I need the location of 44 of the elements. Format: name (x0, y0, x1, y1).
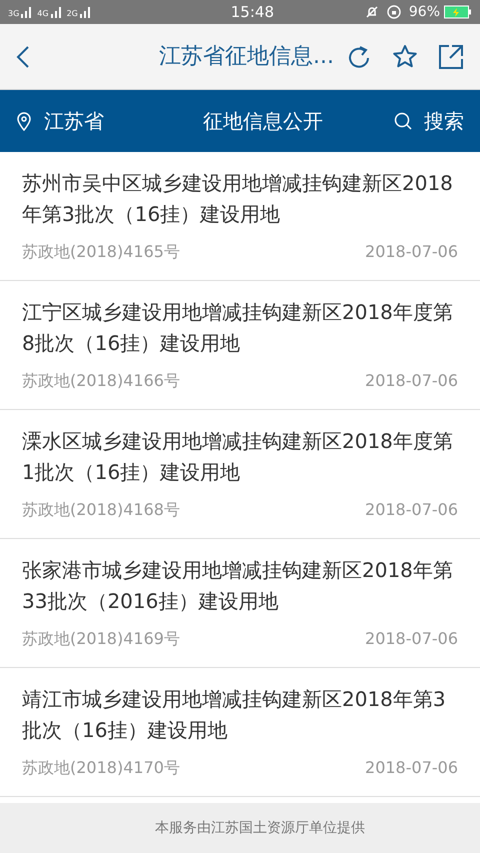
refresh-icon[interactable] (346, 44, 372, 70)
back-icon[interactable] (16, 44, 30, 68)
search-label: 搜索 (424, 108, 464, 135)
item-date: 2018-07-06 (365, 241, 458, 263)
region-label: 江苏省 (44, 108, 104, 135)
search-icon (394, 112, 412, 130)
signal-icon (50, 6, 63, 18)
star-icon[interactable] (392, 44, 418, 70)
battery-icon (444, 5, 472, 19)
list-item[interactable]: 苏州市吴中区城乡建设用地增减挂钩建新区2018年第3批次（16挂）建设用地 苏政地(2018)4165号 2018-07-06 (0, 152, 480, 281)
network-label: 2G (66, 10, 78, 18)
signal-icon (80, 6, 92, 18)
share-icon[interactable] (438, 44, 464, 70)
document-number: 苏政地(2018)4166号 (22, 370, 180, 392)
rotation-lock-icon (386, 5, 401, 19)
nav-title: 征地信息公开 (202, 108, 324, 135)
item-date: 2018-07-06 (365, 757, 458, 779)
item-date: 2018-07-06 (365, 628, 458, 650)
network-label: 3G (8, 10, 20, 18)
item-date: 2018-07-06 (365, 499, 458, 521)
location-pin-icon (16, 111, 32, 131)
mute-icon (364, 5, 379, 19)
document-number: 苏政地(2018)4168号 (22, 499, 180, 521)
battery-level: 96% (408, 2, 440, 22)
item-title: 靖江市城乡建设用地增减挂钩建新区2018年第3批次（16挂）建设用地 (22, 686, 447, 744)
clock: 15:48 (230, 2, 275, 23)
search-button[interactable]: 搜索 (394, 106, 464, 136)
list-item[interactable]: 张家港市城乡建设用地增减挂钩建新区2018年第33批次（2016挂）建设用地 苏政地(2018)4169号 2018-07-06 (0, 539, 480, 668)
document-number: 苏政地(2018)4169号 (22, 628, 180, 650)
item-title: 江宁区城乡建设用地增减挂钩建新区2018年度第8批次（16挂）建设用地 (22, 299, 454, 357)
document-number: 苏政地(2018)4170号 (22, 757, 180, 779)
item-date: 2018-07-06 (365, 370, 458, 392)
network-label: 4G (37, 10, 49, 18)
item-title: 张家港市城乡建设用地增减挂钩建新区2018年第33批次（2016挂）建设用地 (22, 557, 454, 615)
item-title: 苏州市吴中区城乡建设用地增减挂钩建新区2018年第3批次（16挂）建设用地 (22, 170, 454, 228)
document-number: 苏政地(2018)4165号 (22, 241, 180, 263)
item-title: 溧水区城乡建设用地增减挂钩建新区2018年度第1批次（16挂）建设用地 (22, 428, 454, 486)
page-title: 江苏省征地信息... (158, 43, 335, 71)
list-item[interactable]: 靖江市城乡建设用地增减挂钩建新区2018年第3批次（16挂）建设用地 苏政地(2018)4170号 2018-07-06 (0, 668, 480, 797)
list-item[interactable]: 江宁区城乡建设用地增减挂钩建新区2018年度第8批次（16挂）建设用地 苏政地(2018)4166号 2018-07-06 (0, 281, 480, 410)
list-item[interactable]: 溧水区城乡建设用地增减挂钩建新区2018年度第1批次（16挂）建设用地 苏政地(2018)4168号 2018-07-06 (0, 410, 480, 539)
signal-icon (21, 6, 34, 18)
region-selector[interactable]: 江苏省 (16, 106, 156, 136)
footer-text: 本服务由江苏国土资源厅单位提供 (155, 818, 365, 838)
